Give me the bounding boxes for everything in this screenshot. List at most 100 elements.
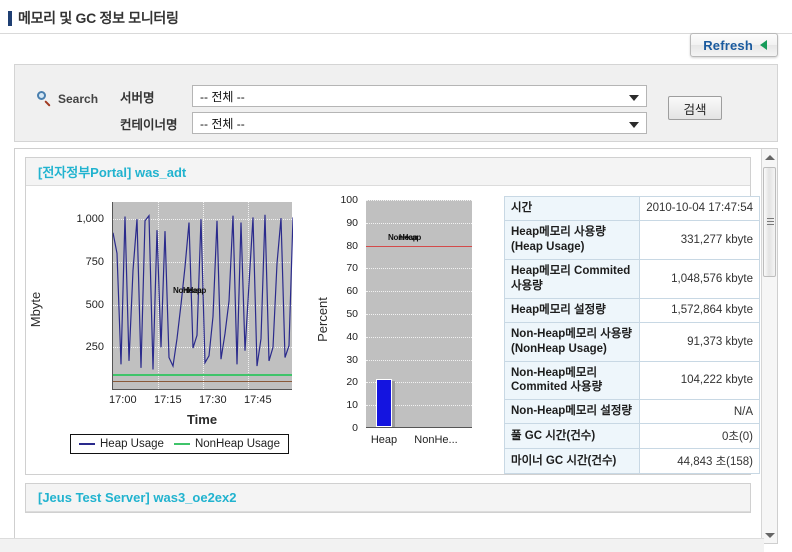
table-cell-value: 1,048,576 kbyte (640, 259, 760, 298)
table-cell-value: 1,572,864 kbyte (640, 298, 760, 322)
table-row: Heap메모리 사용량(Heap Usage)331,277 kbyte (505, 220, 760, 259)
horizontal-scrollbar[interactable] (0, 538, 764, 552)
server-panel-2-header[interactable]: [Jeus Test Server] was3_oe2ex2 (26, 484, 750, 512)
ytick-label: 80 (346, 240, 358, 252)
table-row: Non-Heap메모리Commited 사용량104,222 kbyte (505, 361, 760, 400)
line-series-path (113, 202, 293, 390)
legend-swatch-nonheap (174, 443, 190, 445)
gridline (366, 337, 472, 338)
table-cell-key: Heap메모리 사용량(Heap Usage) (505, 220, 640, 259)
plot-annotation-heap: Heap (183, 286, 201, 295)
threshold-line (113, 381, 292, 382)
table-cell-value: 104,222 kbyte (640, 361, 760, 400)
content-scroll-region: [전자정부Portal] was_adt Mbyte 1,000 750 500 25… (14, 148, 778, 544)
ytick-label: 20 (346, 376, 358, 388)
search-submit-button[interactable]: 검색 (668, 96, 722, 120)
ytick-label: 40 (346, 331, 358, 343)
server-panel-1-body: Mbyte 1,000750500250 NonHeapHeap 17:0017… (26, 186, 750, 474)
nonheap-series-line (113, 374, 292, 376)
table-row: 마이너 GC 시간(건수)44,843 초(158) (505, 449, 760, 474)
table-cell-key: Non-Heap메모리Commited 사용량 (505, 361, 640, 400)
page-title: 메모리 및 GC 정보 모니터링 (18, 8, 179, 28)
heap-usage-line-chart: Mbyte 1,000750500250 NonHeapHeap 17:0017… (34, 194, 302, 472)
table-cell-value: 91,373 kbyte (640, 322, 760, 361)
plot-annotation-heap: Heap (399, 233, 417, 242)
memory-gc-monitoring-page: 메모리 및 GC 정보 모니터링 Refresh Search 서버명 -- 전… (0, 0, 792, 552)
legend-label-heap: Heap Usage (100, 438, 164, 450)
xtick-label: Heap (371, 434, 397, 446)
line-chart-legend: Heap Usage NonHeap Usage (70, 434, 289, 454)
search-panel-heading: Search (37, 91, 98, 106)
magnifier-icon (37, 91, 52, 106)
table-cell-value: 331,277 kbyte (640, 220, 760, 259)
line-chart-xlabel: Time (112, 412, 292, 427)
ytick-label: 500 (86, 299, 104, 311)
legend-item-nonheap-usage: NonHeap Usage (174, 438, 280, 450)
server-panel-1-title: [전자정부Portal] was_adt (38, 162, 186, 181)
table-row: Non-Heap메모리 사용량(NonHeap Usage)91,373 kby… (505, 322, 760, 361)
table-cell-value: 0초(0) (640, 424, 760, 449)
triangle-up-icon[interactable] (762, 149, 777, 165)
xtick-label: 17:15 (154, 394, 182, 406)
gridline (366, 200, 472, 201)
container-name-select[interactable]: -- 전체 -- (192, 112, 647, 134)
line-chart-plot-area: NonHeapHeap (112, 202, 292, 390)
table-row: 풀 GC 시간(건수)0초(0) (505, 424, 760, 449)
refresh-button-label: Refresh (703, 38, 753, 53)
ytick-label: 750 (86, 256, 104, 268)
threshold-line (366, 246, 472, 247)
page-title-bar: 메모리 및 GC 정보 모니터링 (0, 8, 792, 34)
container-name-value: -- 전체 -- (200, 115, 245, 132)
table-cell-key: Non-Heap메모리 사용량(NonHeap Usage) (505, 322, 640, 361)
vertical-scrollbar[interactable] (761, 149, 777, 543)
ytick-label: 1,000 (76, 213, 104, 225)
table-cell-key: 풀 GC 시간(건수) (505, 424, 640, 449)
ytick-label: 0 (352, 422, 358, 434)
server-panel-1: [전자정부Portal] was_adt Mbyte 1,000 750 500 25… (25, 157, 751, 475)
line-chart-yticks: 1,000 750 500 250 (64, 202, 108, 390)
table-row: Heap메모리 설정량1,572,864 kbyte (505, 298, 760, 322)
table-cell-key: 시간 (505, 197, 640, 221)
legend-swatch-heap (79, 443, 95, 445)
title-accent-bar (8, 11, 12, 26)
ytick-label: 90 (346, 217, 358, 229)
xtick-label: NonHe... (414, 434, 457, 446)
server-panel-1-header[interactable]: [전자정부Portal] was_adt (26, 158, 750, 186)
line-chart-ylabel: Mbyte (28, 292, 43, 327)
server-name-select[interactable]: -- 전체 -- (192, 85, 647, 107)
table-cell-key: Heap메모리 설정량 (505, 298, 640, 322)
scroll-content: [전자정부Portal] was_adt Mbyte 1,000 750 500 25… (15, 149, 761, 513)
table-cell-key: 마이너 GC 시간(건수) (505, 449, 640, 474)
gridline (366, 291, 472, 292)
ytick-label: 10 (346, 399, 358, 411)
ytick-label: 60 (346, 285, 358, 297)
server-name-value: -- 전체 -- (200, 88, 245, 105)
server-name-label: 서버명 (120, 87, 192, 106)
chevron-down-icon (629, 122, 639, 128)
gridline (366, 360, 472, 361)
container-name-label: 컨테이너명 (120, 114, 192, 133)
table-row: Non-Heap메모리 설정량N/A (505, 400, 760, 424)
gridline (366, 223, 472, 224)
ytick-label: 30 (346, 354, 358, 366)
triangle-left-icon (760, 40, 767, 50)
server-name-row: 서버명 -- 전체 -- (120, 85, 647, 107)
gridline (366, 314, 472, 315)
memory-stats-table: 시간2010-10-04 17:47:54Heap메모리 사용량(Heap Us… (504, 196, 760, 474)
bar-heap (376, 379, 392, 427)
table-row: Heap메모리 Commited 사용량1,048,576 kbyte (505, 259, 760, 298)
memory-percent-bar-chart: Percent 0102030405060708090100 NonHeapHe… (308, 194, 498, 472)
scroll-thumb[interactable] (763, 167, 776, 277)
legend-label-nonheap: NonHeap Usage (195, 438, 280, 450)
table-cell-value: N/A (640, 400, 760, 424)
table-cell-value: 44,843 초(158) (640, 449, 760, 474)
ytick-label: 250 (86, 341, 104, 353)
xtick-label: 17:45 (244, 394, 272, 406)
container-name-row: 컨테이너명 -- 전체 -- (120, 112, 647, 134)
server-panel-2: [Jeus Test Server] was3_oe2ex2 (25, 483, 751, 513)
gridline (366, 268, 472, 269)
table-cell-key: Non-Heap메모리 설정량 (505, 400, 640, 424)
table-cell-value: 2010-10-04 17:47:54 (640, 197, 760, 221)
refresh-button[interactable]: Refresh (690, 33, 778, 57)
triangle-down-icon[interactable] (762, 527, 777, 543)
